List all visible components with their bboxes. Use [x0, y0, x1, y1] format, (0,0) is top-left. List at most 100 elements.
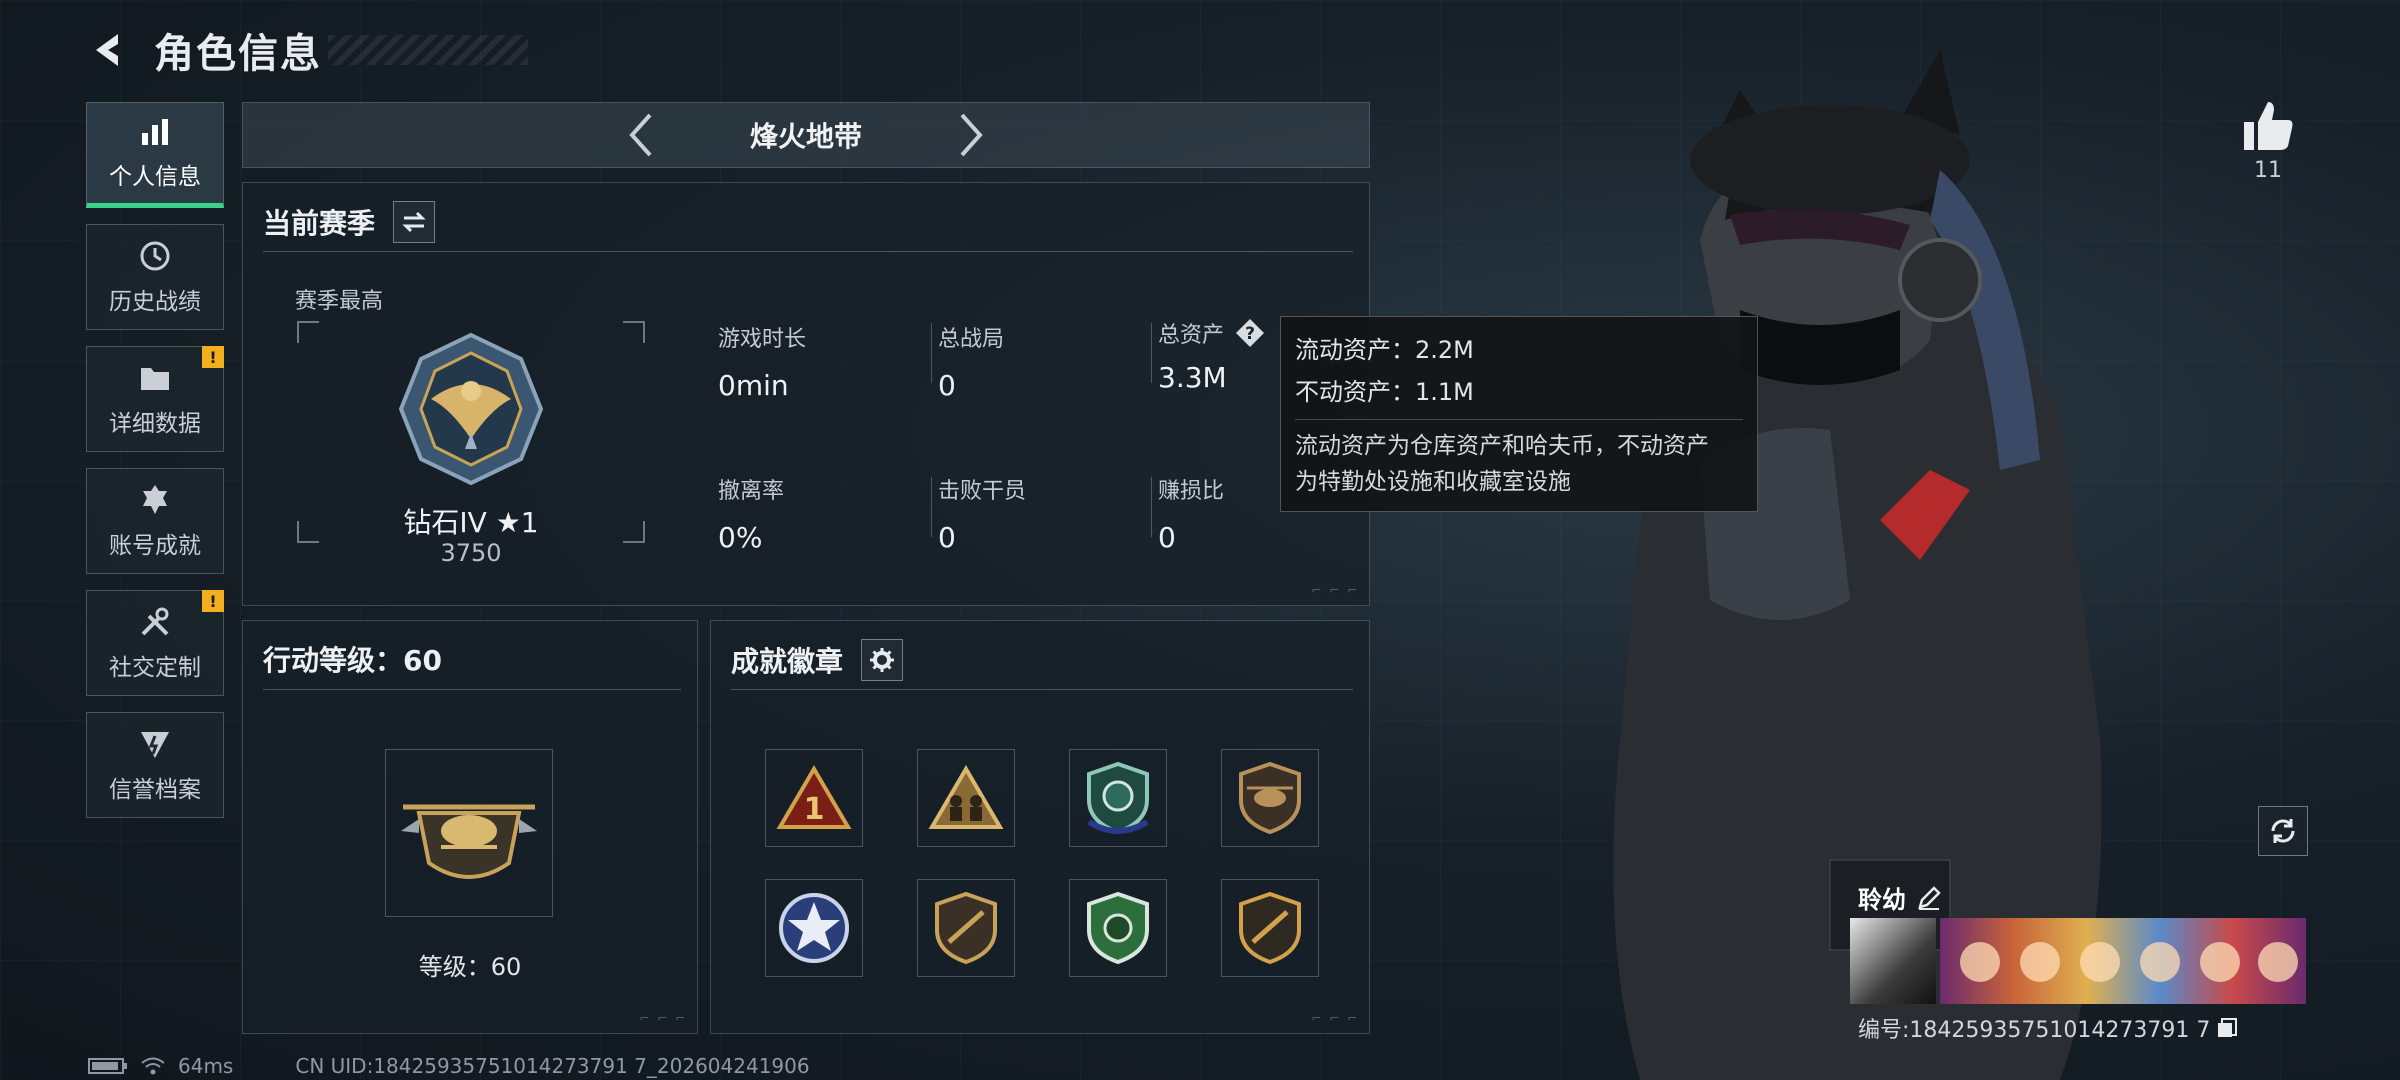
- alert-badge: !: [202, 590, 224, 612]
- medal-star-icon: [143, 485, 167, 514]
- stat-label: 总战局: [938, 327, 1005, 352]
- refresh-icon: [2271, 819, 2295, 843]
- season-switch-button[interactable]: [393, 201, 436, 243]
- page-title: 角色信息: [154, 31, 322, 77]
- assets-tooltip: 流动资产：2.2M 不动资产：1.1M 流动资产为仓库资产和哈夫币，不动资产 为…: [1280, 316, 1758, 512]
- sidebar-item-personal-info[interactable]: 个人信息: [86, 102, 224, 208]
- achievement-badges-title: 成就徽章: [731, 639, 904, 681]
- divider: [731, 689, 1353, 690]
- helicopter-shield-badge-icon: [1239, 761, 1301, 835]
- rifle-gold-shield-badge-icon: [1239, 891, 1301, 965]
- sidebar-item-detailed-data[interactable]: ! 详细数据: [86, 346, 224, 452]
- corner-decoration: ⌐ ⌐ ⌐: [1311, 583, 1359, 597]
- achievement-badge[interactable]: [1069, 879, 1167, 977]
- alert-badge: !: [202, 346, 224, 368]
- tooltip-description-line: 流动资产为仓库资产和哈夫币，不动资产: [1295, 433, 1709, 459]
- achievement-badge[interactable]: [917, 749, 1015, 847]
- achievement-badge[interactable]: 1: [765, 749, 863, 847]
- achievement-badge[interactable]: [1221, 749, 1319, 847]
- achievement-badge[interactable]: [765, 879, 863, 977]
- achievement-badge[interactable]: [917, 879, 1015, 977]
- bar-chart-icon: [142, 119, 168, 145]
- season-panel: 当前赛季 赛季最高 钻石IV ★1 3750 游戏时长 0min 总战局 0 总…: [242, 182, 1370, 606]
- action-level-badge[interactable]: [385, 749, 553, 917]
- profile-banner: [1940, 918, 2306, 1004]
- achievement-badge[interactable]: [1221, 879, 1319, 977]
- stat-operators-defeated: 击败干员 0: [938, 473, 1138, 554]
- squad-triangle-badge-icon: [928, 765, 1004, 829]
- stat-value: 0: [938, 369, 956, 402]
- player-id-line: 编号:18425935751014273791 7: [1858, 1012, 2238, 1044]
- sidebar-item-label: 信誉档案: [109, 777, 201, 803]
- stat-value: 0min: [718, 369, 789, 402]
- stat-play-time: 游戏时长 0min: [718, 321, 918, 402]
- action-level-text: 等级：60: [418, 953, 522, 981]
- stat-label: 游戏时长: [718, 327, 807, 352]
- action-level-panel: 行动等级：60 等级：60 ⌐ ⌐ ⌐: [242, 620, 698, 1034]
- copy-icon[interactable]: [2216, 1017, 2238, 1039]
- stat-value: 0%: [718, 521, 763, 554]
- sidebar-item-label: 社交定制: [109, 655, 201, 681]
- tooltip-description-line: 为特勤处设施和收藏室设施: [1295, 469, 1571, 495]
- stat-label: 击败干员: [938, 479, 1027, 504]
- divider: [1295, 419, 1743, 420]
- achievement-badge[interactable]: [1069, 749, 1167, 847]
- sidebar-item-label: 历史战绩: [109, 289, 201, 315]
- mode-title: 烽火地带: [749, 120, 862, 153]
- green-shield-wings-badge-icon: [1087, 761, 1149, 835]
- mode-prev-button[interactable]: [611, 105, 671, 165]
- badge-settings-button[interactable]: [861, 639, 904, 681]
- sidebar-item-achievements[interactable]: 账号成就: [86, 468, 224, 574]
- sidebar: 个人信息 历史战绩 ! 详细数据 账号成就 ! 社交定制 信誉档案: [86, 102, 224, 834]
- season-subtitle: 赛季最高: [295, 289, 384, 314]
- rank-score: 3750: [440, 539, 502, 567]
- stat-label: 撤离率: [718, 479, 785, 504]
- divider: [263, 689, 681, 690]
- season-title: 当前赛季: [263, 201, 436, 243]
- help-icon[interactable]: ?: [1234, 317, 1266, 349]
- tooltip-liquid-assets: 流动资产：2.2M: [1295, 336, 1474, 364]
- player-nickname-text: 聆幼: [1858, 886, 1906, 914]
- divider: [931, 323, 932, 383]
- chevron-right-icon: [960, 113, 983, 157]
- achievement-badges-panel: 成就徽章 1 ⌐ ⌐ ⌐: [710, 620, 1370, 1034]
- sidebar-item-label: 账号成就: [109, 533, 201, 559]
- tooltip-fixed-assets: 不动资产：1.1M: [1295, 378, 1474, 406]
- back-button[interactable]: [88, 28, 132, 72]
- svg-text:?: ?: [1245, 324, 1255, 344]
- sidebar-item-label: 个人信息: [109, 164, 201, 190]
- green-emblem-badge-icon: [1087, 891, 1149, 965]
- cn-uid: CN UID:18425935751014273791 7_2026042419…: [295, 1054, 810, 1078]
- helicopter-badge-icon: [401, 804, 537, 879]
- title-decoration: [328, 35, 528, 65]
- wifi-icon: [141, 1057, 165, 1075]
- divider: [263, 251, 1353, 252]
- back-arrow-icon: [96, 34, 118, 66]
- stat-label-text: 总资产: [1158, 323, 1225, 348]
- player-nickname: 聆幼: [1858, 880, 1942, 915]
- sidebar-item-credit-record[interactable]: 信誉档案: [86, 712, 224, 818]
- rifle-shield-badge-icon: [935, 891, 997, 965]
- thumbs-up-icon[interactable]: [2240, 98, 2296, 154]
- achievement-badges-title-text: 成就徽章: [731, 645, 844, 678]
- sidebar-item-history[interactable]: 历史战绩: [86, 224, 224, 330]
- chevron-left-icon: [629, 113, 652, 157]
- edit-pencil-icon[interactable]: [1916, 885, 1942, 911]
- season-title-text: 当前赛季: [263, 207, 376, 240]
- divider: [931, 477, 932, 537]
- rotate-model-button[interactable]: [2258, 806, 2308, 856]
- mode-switcher: 烽火地带: [242, 102, 1370, 168]
- tools-icon: [141, 607, 169, 636]
- sidebar-item-label: 详细数据: [109, 411, 201, 437]
- swap-icon: [402, 211, 426, 233]
- stat-extraction-rate: 撤离率 0%: [718, 473, 918, 554]
- corner-decoration: ⌐ ⌐ ⌐: [639, 1011, 687, 1025]
- player-id: 编号:18425935751014273791 7: [1858, 1018, 2211, 1043]
- clock-history-icon: [140, 241, 170, 271]
- mode-next-button[interactable]: [941, 105, 1001, 165]
- sidebar-item-social-custom[interactable]: ! 社交定制: [86, 590, 224, 696]
- shield-bolt-icon: [141, 732, 169, 758]
- battery-icon: [88, 1058, 127, 1074]
- avatar[interactable]: [1850, 918, 1936, 1004]
- status-bar: 64ms CN UID:18425935751014273791 7_20260…: [88, 1054, 810, 1078]
